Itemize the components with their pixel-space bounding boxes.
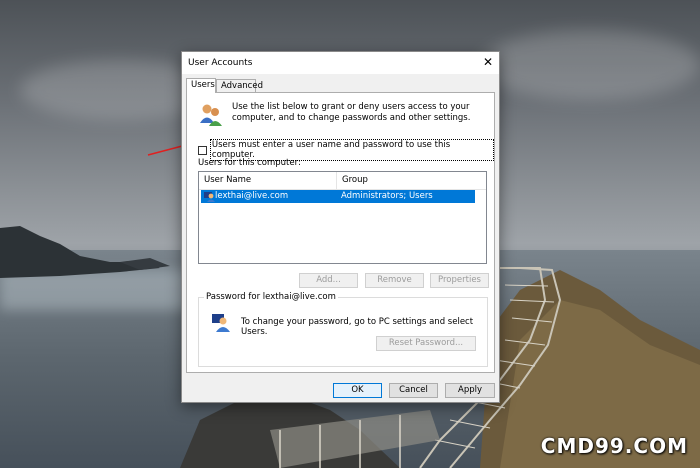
user-name-cell: lexthai@live.com	[215, 191, 289, 201]
title-bar: User Accounts ✕	[182, 52, 499, 74]
properties-button[interactable]: Properties	[430, 273, 489, 288]
user-icon	[204, 192, 215, 202]
users-tab-panel: Use the list below to grant or deny user…	[186, 92, 495, 373]
ok-button-label: OK	[351, 385, 364, 395]
apply-button[interactable]: Apply	[445, 383, 495, 398]
remove-user-button[interactable]: Remove	[365, 273, 424, 288]
column-header-user-name[interactable]: User Name	[199, 172, 337, 189]
cancel-button-label: Cancel	[399, 385, 428, 395]
remove-button-label: Remove	[377, 275, 412, 285]
dialog-title: User Accounts	[188, 58, 253, 68]
ok-button[interactable]: OK	[333, 383, 382, 398]
user-password-icon	[212, 314, 230, 332]
cancel-button[interactable]: Cancel	[389, 383, 438, 398]
column-header-group[interactable]: Group	[337, 172, 486, 189]
password-info-text: To change your password, go to PC settin…	[241, 317, 474, 337]
add-user-button[interactable]: Add...	[299, 273, 358, 288]
intro-text: Use the list below to grant or deny user…	[232, 102, 471, 123]
listview-header: User Name Group	[199, 172, 486, 190]
table-row[interactable]: lexthai@live.com Administrators; Users	[201, 190, 475, 203]
tab-advanced[interactable]: Advanced	[216, 79, 263, 92]
watermark-text: CMD99.COM	[540, 434, 688, 458]
add-button-label: Add...	[316, 275, 341, 285]
require-login-checkbox[interactable]	[198, 145, 207, 155]
properties-button-label: Properties	[438, 275, 481, 285]
user-group-cell: Administrators; Users	[341, 191, 433, 201]
tab-users[interactable]: Users	[186, 78, 216, 93]
close-icon[interactable]: ✕	[483, 55, 493, 69]
password-groupbox: Password for lexthai@live.com To change …	[198, 292, 488, 367]
users-icon	[200, 104, 222, 126]
user-accounts-dialog: User Accounts ✕ Users Advanced Use the l…	[181, 51, 500, 403]
users-list-label: Users for this computer:	[198, 158, 301, 168]
reset-password-button[interactable]: Reset Password...	[376, 336, 476, 351]
reset-password-label: Reset Password...	[388, 338, 464, 348]
apply-button-label: Apply	[458, 385, 482, 395]
password-group-legend: Password for lexthai@live.com	[204, 292, 338, 302]
users-listview[interactable]: User Name Group lexthai@live.com Adminis…	[198, 171, 487, 264]
